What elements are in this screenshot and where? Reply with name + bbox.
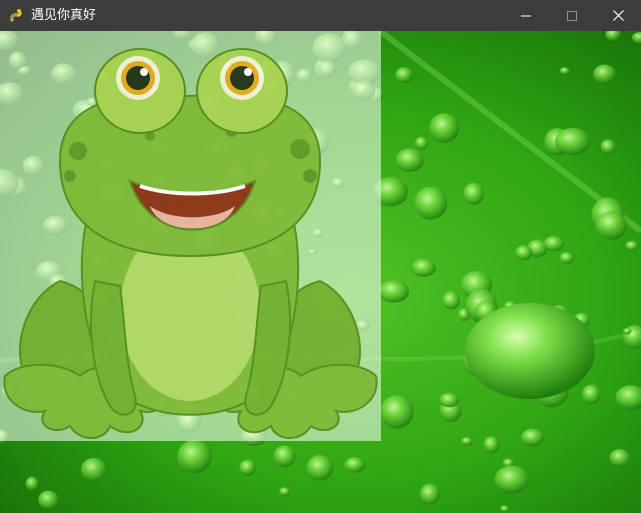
water-drop	[555, 127, 591, 155]
water-drop	[380, 395, 414, 429]
water-drop	[25, 476, 39, 491]
water-drop	[439, 392, 460, 408]
water-drop	[344, 457, 366, 473]
water-drop	[461, 437, 473, 446]
water-drop	[442, 291, 460, 310]
water-drop	[239, 459, 256, 476]
water-drop	[500, 505, 510, 513]
water-drop	[521, 428, 544, 447]
close-button[interactable]	[595, 0, 641, 31]
water-drop	[494, 465, 530, 494]
water-drop	[80, 457, 107, 482]
water-drop	[625, 240, 639, 251]
water-drop	[483, 436, 500, 454]
pygame-snake-icon	[9, 8, 25, 24]
water-drop	[593, 64, 616, 84]
window-title: 遇见你真好	[31, 8, 97, 23]
water-drop	[559, 252, 574, 264]
water-drop	[582, 384, 601, 405]
water-drop	[395, 67, 413, 83]
water-drop	[177, 439, 212, 474]
water-drop	[515, 245, 533, 261]
water-drop	[38, 490, 59, 510]
frog-sprite	[3, 48, 378, 439]
window-controls	[503, 0, 641, 31]
water-drop	[414, 186, 448, 220]
water-drop	[463, 182, 484, 205]
minimize-button[interactable]	[503, 0, 549, 31]
water-drop	[429, 113, 460, 143]
water-drop	[559, 67, 570, 75]
water-drop	[414, 136, 429, 150]
minimize-icon	[521, 6, 531, 25]
large-water-drop	[465, 303, 595, 399]
water-drop	[543, 236, 565, 252]
close-icon	[612, 6, 624, 25]
water-drop	[623, 327, 632, 335]
water-drop	[273, 445, 296, 468]
water-drop	[279, 487, 291, 496]
water-drop	[411, 258, 436, 277]
maximize-button[interactable]	[549, 0, 595, 31]
water-drop	[306, 455, 334, 481]
water-drop	[600, 139, 616, 154]
water-drop	[609, 449, 631, 467]
title-bar[interactable]: 遇见你真好	[0, 0, 641, 31]
water-drop	[595, 211, 628, 240]
water-drop	[395, 148, 424, 172]
game-canvas[interactable]	[0, 31, 641, 513]
water-drop	[378, 280, 410, 303]
water-drop	[419, 483, 440, 505]
maximize-icon	[567, 6, 577, 25]
app-window: 遇见你真好	[0, 0, 641, 513]
